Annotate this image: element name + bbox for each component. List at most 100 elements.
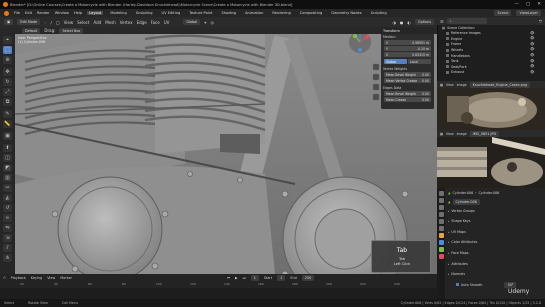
world-properties-tab-icon[interactable]	[439, 226, 444, 231]
close-button[interactable]: ✕	[537, 2, 541, 7]
mean-crease-field[interactable]: Mean Crease 0.00	[384, 97, 431, 102]
panel-expand-icon[interactable]: ▸	[448, 230, 449, 234]
global-toggle[interactable]: Global	[384, 59, 407, 64]
workspace-tab-sculpting[interactable]: Sculpting	[134, 11, 155, 15]
image-editor-2-icon[interactable]: ▦	[440, 132, 443, 136]
visibility-eye-icon[interactable]: 👁	[530, 70, 534, 74]
timeline-menu-view[interactable]: View	[47, 276, 55, 280]
panel-expand-icon[interactable]: ▸	[448, 272, 449, 276]
transform-tool-icon[interactable]: ⧉	[3, 98, 12, 106]
scene-selector[interactable]: Scene	[494, 10, 512, 16]
spin-tool-icon[interactable]: ↺	[3, 204, 12, 212]
annotate-tool-icon[interactable]: ✎	[3, 110, 12, 118]
face-select-icon[interactable]: ▢	[56, 20, 60, 25]
cursor-tool-icon[interactable]: ⌖	[3, 36, 12, 44]
drag-mode-selector[interactable]: Select Box	[59, 27, 84, 34]
rip-region-tool-icon[interactable]: ⋔	[3, 254, 12, 262]
outliner-item[interactable]: Reference Images	[446, 31, 481, 36]
end-frame-field[interactable]: 250	[301, 275, 315, 281]
add-cube-tool-icon[interactable]: ▣	[3, 132, 12, 140]
view-layer-tab-icon[interactable]	[439, 212, 444, 217]
minimize-button[interactable]: —	[514, 2, 519, 7]
outliner-item[interactable]: Wheels	[446, 48, 463, 53]
blender-menu-icon[interactable]	[4, 10, 9, 16]
editor-type-button[interactable]: ▣	[4, 19, 14, 25]
menu-select[interactable]: Select	[77, 20, 89, 25]
snap-icon[interactable]: ⌖	[204, 20, 206, 25]
render-properties-tab-icon[interactable]	[439, 198, 444, 203]
rotate-tool-icon[interactable]: ↻	[3, 78, 12, 86]
mean-bevel-weight-edge-field[interactable]: Mean Bevel Weight 0.00	[384, 91, 431, 96]
workspace-tab-uv-editing[interactable]: UV Editing	[160, 11, 183, 15]
auto-smooth-checkbox[interactable]	[456, 283, 459, 286]
panel-expand-icon[interactable]: ▸	[448, 251, 449, 255]
outliner-item[interactable]: Exhaust	[446, 70, 464, 75]
reference-photo-engine-cases[interactable]	[437, 88, 545, 130]
inset-tool-icon[interactable]: ◫	[3, 154, 12, 162]
auto-smooth-row[interactable]: Auto Smooth 30°	[456, 281, 517, 288]
start-frame-field[interactable]: 1	[277, 275, 286, 281]
menu-render[interactable]: Render	[37, 11, 50, 15]
panel-expand-icon[interactable]: ▸	[448, 240, 449, 244]
smooth-tool-icon[interactable]: ≈	[3, 214, 12, 222]
shear-tool-icon[interactable]: ⫽	[3, 244, 12, 252]
camera-view-icon[interactable]	[372, 83, 380, 91]
modifier-properties-tab-icon[interactable]	[439, 240, 444, 245]
timeline-menu-keying[interactable]: Keying	[31, 276, 42, 280]
panel-expand-icon[interactable]: ▸	[448, 219, 449, 223]
properties-panel-header[interactable]: ▸ UV Maps	[448, 229, 466, 234]
panel-expand-icon[interactable]: ▸	[448, 209, 449, 213]
overlay-icon[interactable]: ◑	[392, 20, 396, 25]
menu-add[interactable]: Add	[93, 20, 101, 25]
pivot-selector[interactable]: Default	[22, 27, 41, 34]
image-editor-1-image-selector[interactable]: Knucklehead_Engine_Cases.png	[469, 81, 531, 88]
workspace-tab-rendering[interactable]: Rendering	[270, 11, 292, 15]
view-layer-selector[interactable]: ViewLayer	[516, 10, 541, 16]
maximize-button[interactable]: ▢	[526, 2, 530, 7]
zoom-icon[interactable]	[372, 63, 380, 71]
edge-select-icon[interactable]: ∕	[50, 20, 51, 25]
workspace-tab-modeling[interactable]: Modeling	[108, 11, 128, 15]
outliner-item[interactable]: Seat/Fork	[446, 65, 467, 70]
properties-panel-header[interactable]: ▸ Vertex Groups	[448, 208, 475, 213]
properties-panel-header[interactable]: ▸ Color Attributes	[448, 240, 477, 245]
scale-tool-icon[interactable]: ⤢	[3, 88, 12, 96]
proportional-edit-icon[interactable]: ◎	[210, 20, 214, 25]
workspace-tab-layout[interactable]: Layout	[87, 11, 104, 15]
orientation-selector[interactable]: Global	[183, 19, 201, 25]
panel-expand-icon[interactable]: ▸	[448, 262, 449, 266]
poly-build-tool-icon[interactable]: ◭	[3, 194, 12, 202]
perspective-toggle-icon[interactable]	[372, 93, 380, 101]
menu-edge[interactable]: Edge	[137, 20, 147, 25]
menu-uv[interactable]: UV	[164, 20, 170, 25]
median-z-field[interactable]: Z 0.63315 m	[384, 52, 431, 57]
object-data-properties-tab-icon[interactable]	[439, 247, 444, 252]
mean-vertex-crease-field[interactable]: Mean Vertex Crease 0.00	[384, 78, 431, 83]
shading-solid-icon[interactable]: ●	[400, 20, 404, 25]
knife-tool-icon[interactable]: ✂	[3, 184, 12, 192]
visibility-eye-icon[interactable]: 👁	[530, 64, 534, 68]
outliner-editor-icon[interactable]: ☰	[440, 19, 444, 24]
image-editor-1-image-menu[interactable]: Image	[457, 83, 467, 87]
tool-properties-tab-icon[interactable]	[439, 191, 444, 196]
measure-tool-icon[interactable]: 📏	[3, 120, 12, 128]
image-editor-2-view-menu[interactable]: View	[446, 132, 454, 136]
median-x-field[interactable]: X 0.96951 m	[384, 40, 431, 45]
reference-photo-engine-detail[interactable]	[437, 137, 545, 188]
mean-bevel-weight-vertex-field[interactable]: Mean Bevel Weight 0.00	[384, 72, 431, 77]
cursor-3d-tool-icon[interactable]: ⊕	[3, 56, 12, 64]
select-box-tool-icon[interactable]: ⬚	[3, 46, 12, 54]
pan-icon[interactable]	[372, 73, 380, 81]
options-button[interactable]: Options	[414, 19, 434, 25]
edge-slide-tool-icon[interactable]: ⇋	[3, 224, 12, 232]
scene-properties-tab-icon[interactable]	[439, 219, 444, 224]
visibility-eye-icon[interactable]: 👁	[530, 53, 534, 57]
outliner-search-input[interactable]: ⌕	[446, 18, 487, 24]
menu-edit[interactable]: Edit	[25, 11, 32, 15]
image-editor-2-image-selector[interactable]: IMG_5851.JPG	[469, 130, 500, 137]
visibility-eye-icon[interactable]: 👁	[530, 42, 534, 46]
mode-selector[interactable]: Edit Mode	[17, 19, 41, 25]
menu-window[interactable]: Window	[55, 11, 69, 15]
material-properties-tab-icon[interactable]	[439, 254, 444, 259]
timeline[interactable]: ⏱ Playback Keying View Marker ⏮ ▶ ⏭ 1 St…	[0, 274, 437, 288]
